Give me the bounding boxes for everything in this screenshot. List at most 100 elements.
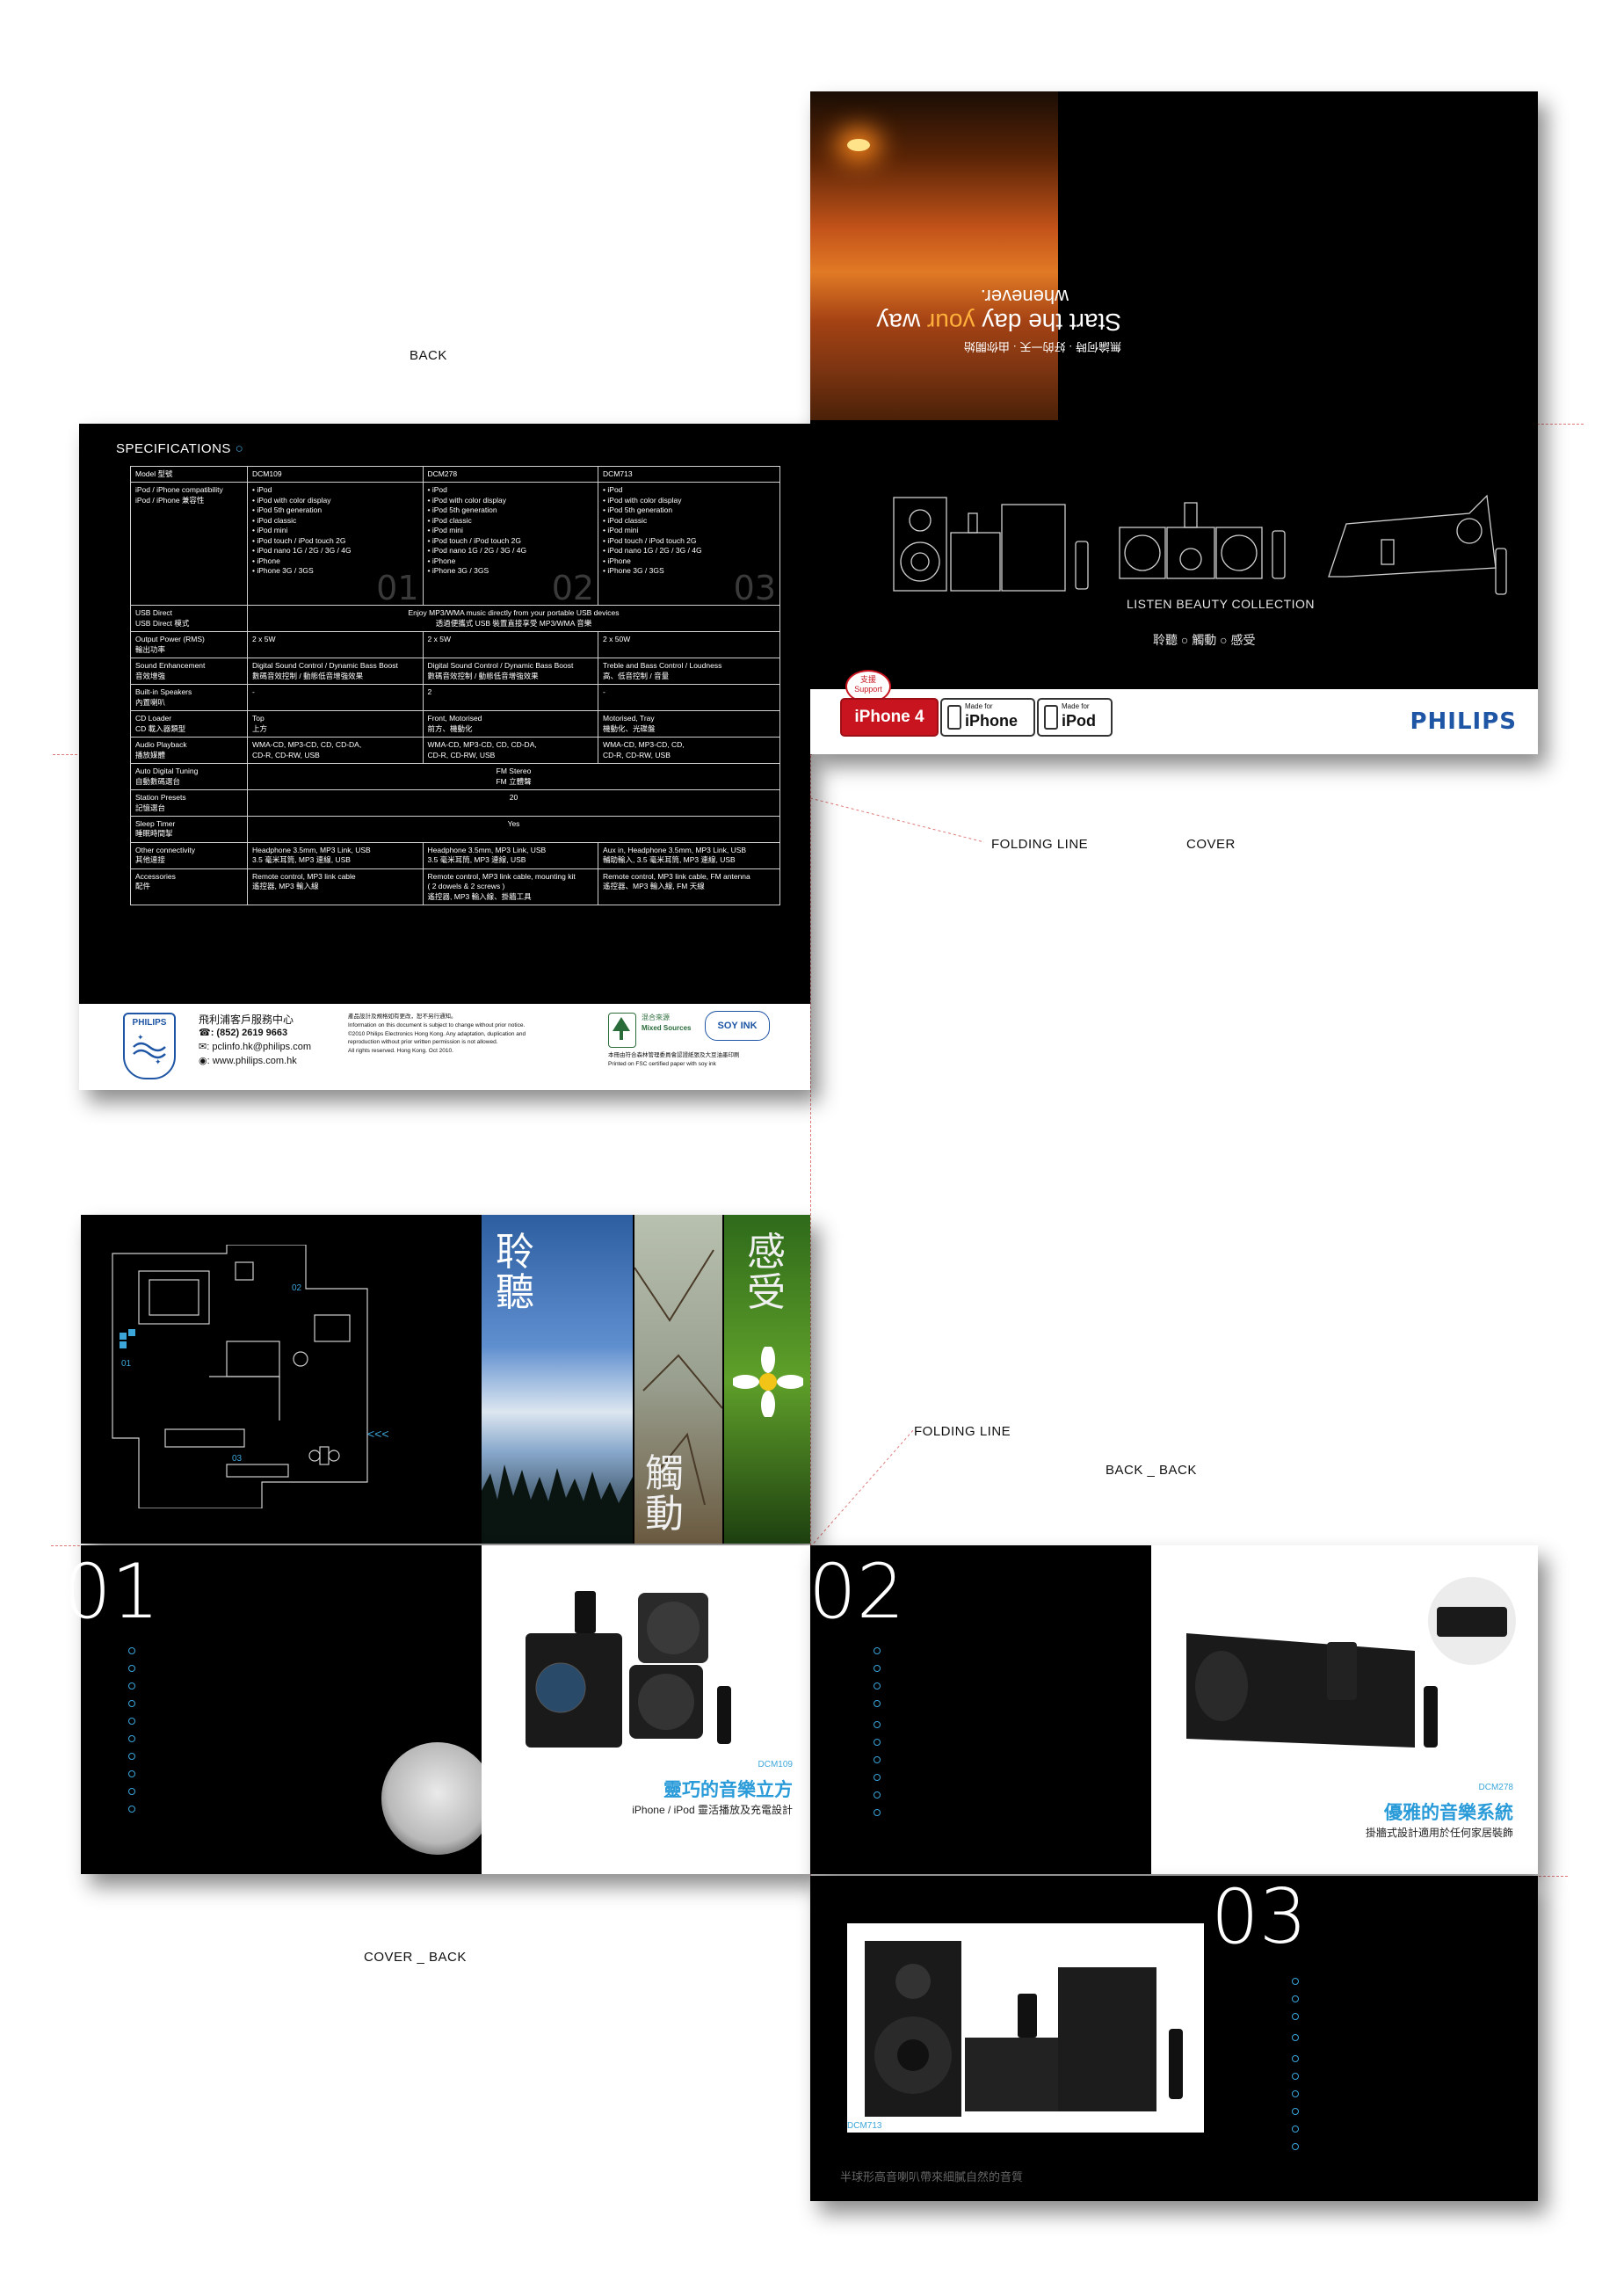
compat-item: • iPod with color display <box>603 495 682 505</box>
spec-speakers-2: 2 <box>422 684 599 712</box>
spec-presets-row: Station Presets 記憶選台 20 <box>129 789 780 817</box>
compat-item: • iPod 5th generation <box>603 505 673 515</box>
spec-title: SPECIFICATIONS ○ <box>116 441 244 456</box>
p1-subline: iPhone / iPod 靈活播放及充電設計 <box>632 1804 793 1816</box>
spec-h-3: DCM713 <box>598 465 780 483</box>
spec-audio-label: Audio Playback 播放媒體 <box>129 737 249 765</box>
philips-shield-logo: PHILIPS ✦ ✦ <box>123 1013 176 1079</box>
collection-cn: 聆聽 ○ 觸動 ○ 感受 <box>1153 633 1256 647</box>
spec-conn-3: Aux in, Headphone 3.5mm, MP3 Link, USB 輔… <box>598 841 780 869</box>
print-note: 本冊由符合森林管理委員會認證紙張及大豆油墨印刷 Printed on FSC c… <box>608 1052 740 1067</box>
spec-output-row: Output Power (RMS) 輸出功率 2 x 5W 2 x 5W 2 … <box>129 631 780 659</box>
fsc-text: 混合來源 Mixed Sources <box>642 1014 692 1032</box>
compat-item: • iPod classic <box>427 515 472 525</box>
dcm109-panel: 01 DCM109 靈巧的音樂立方 iPhone / iPod 靈活播放及充電設… <box>63 1545 810 1874</box>
spec-speakers-3: - <box>598 684 780 712</box>
spec-speakers-1: - <box>247 684 424 712</box>
compat-item: • iPod nano 1G / 2G / 3G / 4G <box>603 546 702 556</box>
spec-acc-1: Remote control, MP3 link cable 遙控器, MP3 … <box>247 868 424 906</box>
spec-audio-1: WMA-CD, MP3-CD, CD, CD-DA, CD-R, CD-RW, … <box>247 737 424 765</box>
spec-h-1: DCM109 <box>247 465 424 483</box>
iphone-icon <box>947 705 961 730</box>
shield-logo-text: PHILIPS <box>132 1018 167 1028</box>
product-lineart <box>893 494 1507 595</box>
spec-output-3: 2 x 50W <box>598 631 780 659</box>
compat-item: • iPod nano 1G / 2G / 3G / 4G <box>427 546 527 556</box>
service-email[interactable]: ✉: pclinfo.hk@philips.com <box>199 1041 311 1055</box>
spec-compat-row: iPod / iPhone compatibility iPod / iPhon… <box>129 482 780 607</box>
floor-plan: 01 02 03 <<< <box>112 1245 389 1508</box>
ipod-icon <box>1044 705 1058 730</box>
tagline-main: Start the day your way <box>876 309 1121 336</box>
soy-ink-logo: SOY INK <box>705 1011 770 1041</box>
dcm713-product-image <box>865 1941 1183 2117</box>
tagline-whenever: whenever. <box>980 286 1069 308</box>
p2-headline: 優雅的音樂系統 <box>1384 1803 1513 1823</box>
listen-text: 聆聽 <box>496 1231 534 1315</box>
spec-h-2: DCM278 <box>422 465 599 483</box>
compat-item: • iPod touch / iPod touch 2G <box>603 535 697 545</box>
sun <box>847 139 870 151</box>
tree-icon <box>613 1017 630 1040</box>
compat-item: • iPod classic <box>603 515 648 525</box>
collection-title: LISTEN BEAUTY COLLECTION <box>1127 597 1316 611</box>
flower-image: 感受 <box>724 1215 810 1544</box>
made-for-text-2: Made for <box>1062 702 1090 710</box>
service-web[interactable]: ◉: www.philips.com.hk <box>199 1055 297 1069</box>
support-text-en: Support <box>854 684 882 694</box>
p2-subline: 掛牆式設計適用於任何家居裝飾 <box>1365 1827 1513 1839</box>
sunset-photo: 無論何時 · 好的一天 · 由你開始 Start the day your wa… <box>810 91 1121 420</box>
p3-model: DCM713 <box>847 2121 882 2131</box>
cover-logo-strip: 支援 Support iPhone 4 Made for iPhone Made … <box>810 670 1538 754</box>
compat-item: • iPod touch / iPod touch 2G <box>252 535 346 545</box>
p1-number: 01 <box>63 1548 160 1636</box>
svg-text:✦: ✦ <box>155 1057 162 1066</box>
p1-iphone-dock-circle <box>381 1742 494 1855</box>
spec-sleep-label: Sleep Timer 睡眠時間掣 <box>129 815 249 843</box>
iphone4-badge: iPhone 4 <box>840 698 939 737</box>
spec-sound-2: Digital Sound Control / Dynamic Bass Boo… <box>422 658 599 686</box>
spec-conn-row: Other connectivity 其他連接 Headphone 3.5mm,… <box>129 841 780 869</box>
compat-item: • iPod <box>603 485 623 495</box>
spec-sleep-value: Yes <box>247 815 780 843</box>
made-for-iphone-badge: Made for iPhone <box>940 698 1035 737</box>
service-phone: ☎: (852) 2619 9663 <box>199 1028 288 1038</box>
spec-h-0: Model 型號 <box>129 465 249 483</box>
back-footer: PHILIPS ✦ ✦ 飛利浦客戶服務中心 ☎: (852) 2619 9663… <box>79 1004 810 1090</box>
spec-tuning-row: Auto Digital Tuning 自動數碼選台 FM Stereo FM … <box>129 763 780 791</box>
spec-sound-row: Sound Enhancement 音效增強 Digital Sound Con… <box>129 658 780 686</box>
ipod-badge-text: iPod <box>1062 712 1096 730</box>
spec-sound-3: Treble and Bass Control / Loudness 高、低音控… <box>598 658 780 686</box>
spec-presets-value: 20 <box>247 789 780 817</box>
compat-item: • iPod nano 1G / 2G / 3G / 4G <box>252 546 352 556</box>
spec-conn-label: Other connectivity 其他連接 <box>129 841 249 869</box>
spec-cd-3: Motorised, Tray 機動化、光碟盤 <box>598 710 780 738</box>
spec-sound-1: Digital Sound Control / Dynamic Bass Boo… <box>247 658 424 686</box>
compat-item: • iPod 5th generation <box>427 505 497 515</box>
spec-tuning-value: FM Stereo FM 立體聲 <box>247 763 780 791</box>
compat-item: • iPhone <box>252 556 280 565</box>
p2-dots <box>874 1647 882 1827</box>
spec-sound-label: Sound Enhancement 音效增強 <box>129 658 249 686</box>
spec-output-1: 2 x 5W <box>247 631 424 659</box>
dcm278-panel: 02 DCM278 優雅的音樂系統 掛牆式設計適用於任何家居裝飾 <box>808 1545 1538 1874</box>
compat-item: • iPhone <box>427 556 456 565</box>
p2-product-area: DCM278 優雅的音樂系統 掛牆式設計適用於任何家居裝飾 <box>1151 1545 1538 1874</box>
spec-cd-1: Top 上方 <box>247 710 424 738</box>
shield-stars-icon: ✦ ✦ <box>133 1033 166 1066</box>
dcm713-panel: DCM713 03 半球形高音喇叭帶來細膩自然的音質 <box>810 1876 1538 2201</box>
service-title: 飛利浦客戶服務中心 <box>199 1014 294 1026</box>
spec-header-row: Model 型號 DCM109 DCM278 DCM713 <box>129 465 780 483</box>
spec-speakers-label: Built-in Speakers 內置喇叭 <box>129 684 249 712</box>
spec-acc-2: Remote control, MP3 link cable, mounting… <box>422 868 599 906</box>
spec-tuning-label: Auto Digital Tuning 自動數碼選台 <box>129 763 249 791</box>
email-icon: ✉ <box>199 1042 207 1052</box>
spec-cd-2: Front, Motorised 前方、機動化 <box>422 710 599 738</box>
spec-speakers-row: Built-in Speakers 內置喇叭 - 2 - <box>129 684 780 712</box>
compat-item: • iPod classic <box>252 515 297 525</box>
sky-image: 聆聽 <box>482 1215 633 1544</box>
spec-table: Model 型號 DCM109 DCM278 DCM713 iPod / iPh… <box>129 465 780 906</box>
tagline-cn: 無論何時 · 好的一天 · 由你開始 <box>963 340 1121 353</box>
spec-conn-2: Headphone 3.5mm, MP3 Link, USB 3.5 毫米耳筒,… <box>422 841 599 869</box>
floor-label-01: 01 <box>121 1359 132 1369</box>
